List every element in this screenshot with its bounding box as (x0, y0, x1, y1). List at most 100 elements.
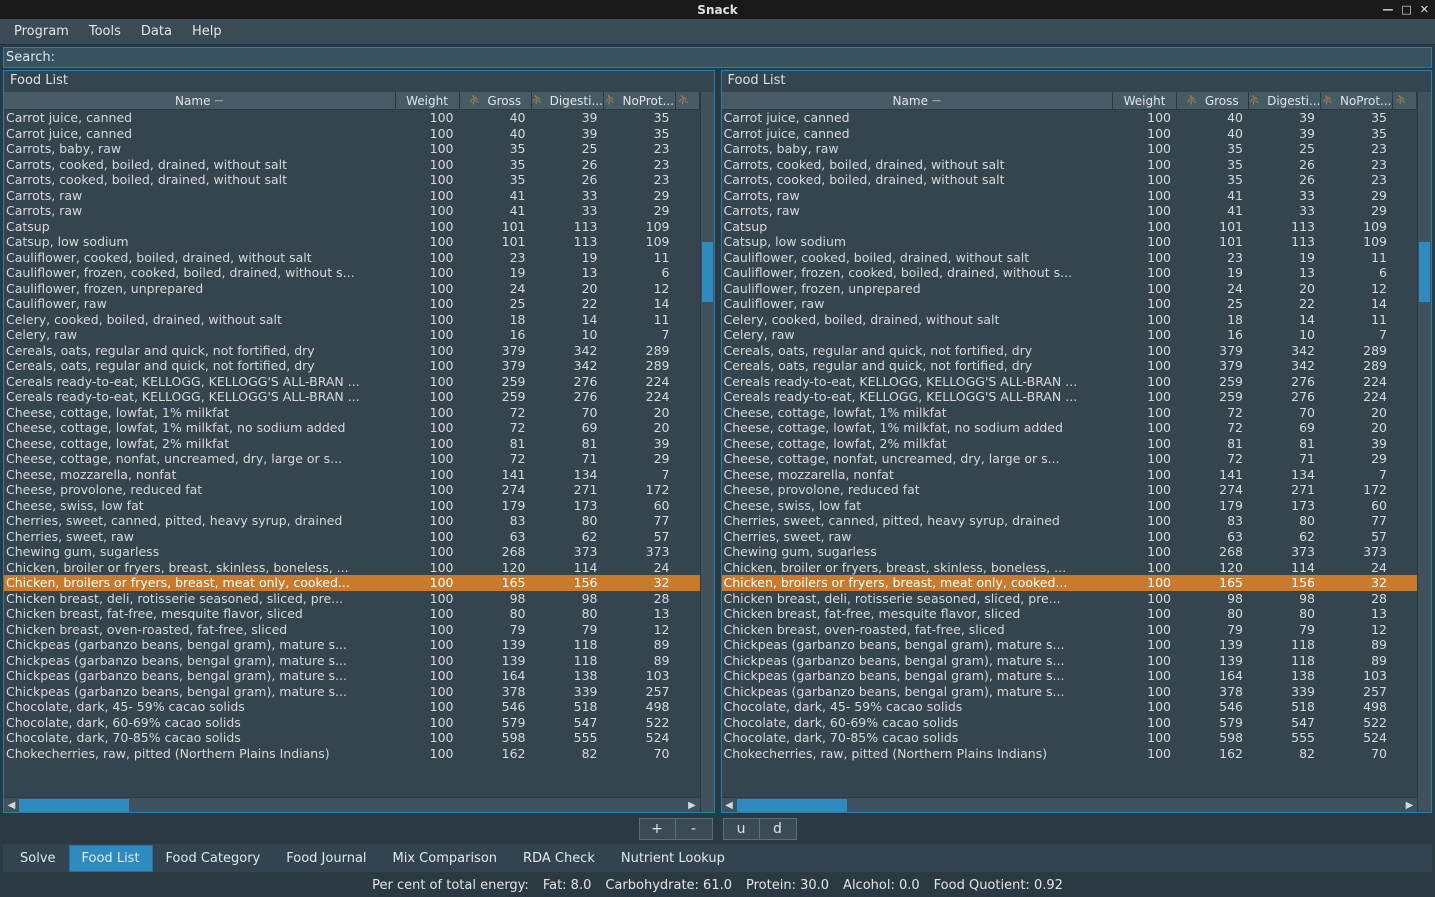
table-row[interactable]: Catsup100101113109 (4, 219, 700, 235)
col-extra-header[interactable] (676, 92, 700, 109)
table-row[interactable]: Carrots, raw100413329 (4, 188, 700, 204)
table-row[interactable]: Chickpeas (garbanzo beans, bengal gram),… (722, 684, 1418, 700)
tab-rda-check[interactable]: RDA Check (510, 845, 608, 872)
table-row[interactable]: Cauliflower, cooked, boiled, drained, wi… (722, 250, 1418, 266)
table-row[interactable]: Carrots, raw100413329 (4, 203, 700, 219)
tab-solve[interactable]: Solve (7, 845, 69, 872)
table-row[interactable]: Chocolate, dark, 45- 59% cacao solids100… (4, 699, 700, 715)
table-row[interactable]: Catsup, low sodium100101113109 (4, 234, 700, 250)
table-row[interactable]: Chickpeas (garbanzo beans, bengal gram),… (4, 653, 700, 669)
table-row[interactable]: Carrots, cooked, boiled, drained, withou… (722, 172, 1418, 188)
table-row[interactable]: Carrots, cooked, boiled, drained, withou… (4, 172, 700, 188)
table-row[interactable]: Catsup100101113109 (722, 219, 1418, 235)
table-row[interactable]: Carrots, baby, raw100352523 (722, 141, 1418, 157)
table-row[interactable]: Carrots, baby, raw100352523 (4, 141, 700, 157)
table-row[interactable]: Cheese, cottage, lowfat, 1% milkfat10072… (722, 405, 1418, 421)
table-row[interactable]: Carrots, raw100413329 (722, 188, 1418, 204)
search-input[interactable] (59, 50, 1431, 65)
table-row[interactable]: Chickpeas (garbanzo beans, bengal gram),… (722, 668, 1418, 684)
maximize-button[interactable]: □ (1401, 3, 1411, 16)
table-row[interactable]: Chokecherries, raw, pitted (Northern Pla… (4, 746, 700, 762)
scroll-left-icon[interactable]: ◀ (4, 798, 19, 813)
menu-program[interactable]: Program (6, 21, 77, 42)
table-row[interactable]: Cereals ready-to-eat, KELLOGG, KELLOGG'S… (722, 389, 1418, 405)
add-button[interactable]: + (640, 819, 676, 839)
table-row[interactable]: Chickpeas (garbanzo beans, bengal gram),… (722, 637, 1418, 653)
table-row[interactable]: Cheese, cottage, lowfat, 1% milkfat, no … (722, 420, 1418, 436)
table-row[interactable]: Cheese, swiss, low fat10017917360 (4, 498, 700, 514)
menu-help[interactable]: Help (184, 21, 230, 42)
table-row[interactable]: Carrot juice, canned100403935 (722, 126, 1418, 142)
col-gross-header[interactable]: Gross (1177, 92, 1249, 109)
table-row[interactable]: Chicken breast, oven-roasted, fat-free, … (4, 622, 700, 638)
table-row[interactable]: Carrots, raw100413329 (722, 203, 1418, 219)
vertical-scrollbar[interactable] (1417, 92, 1431, 812)
table-row[interactable]: Carrot juice, canned100403935 (4, 110, 700, 126)
table-row[interactable]: Catsup, low sodium100101113109 (722, 234, 1418, 250)
col-weight-header[interactable]: Weight (396, 92, 460, 109)
table-row[interactable]: Chocolate, dark, 60-69% cacao solids1005… (4, 715, 700, 731)
table-row[interactable]: Chocolate, dark, 60-69% cacao solids1005… (722, 715, 1418, 731)
table-row[interactable]: Cheese, cottage, lowfat, 1% milkfat, no … (4, 420, 700, 436)
table-row[interactable]: Cereals, oats, regular and quick, not fo… (4, 343, 700, 359)
table-row[interactable]: Cheese, swiss, low fat10017917360 (722, 498, 1418, 514)
table-row[interactable]: Chicken breast, fat-free, mesquite flavo… (722, 606, 1418, 622)
close-button[interactable]: ✕ (1420, 3, 1429, 16)
table-row[interactable]: Chicken, broiler or fryers, breast, skin… (722, 560, 1418, 576)
up-button[interactable]: u (724, 819, 760, 839)
table-row[interactable]: Chewing gum, sugarless100268373373 (4, 544, 700, 560)
horizontal-scrollbar[interactable]: ◀▶ (722, 797, 1418, 812)
table-row[interactable]: Chicken breast, oven-roasted, fat-free, … (722, 622, 1418, 638)
table-row[interactable]: Chickpeas (garbanzo beans, bengal gram),… (722, 653, 1418, 669)
table-row[interactable]: Cheese, mozzarella, nonfat1001411347 (722, 467, 1418, 483)
col-weight-header[interactable]: Weight (1113, 92, 1177, 109)
table-row[interactable]: Cherries, sweet, canned, pitted, heavy s… (722, 513, 1418, 529)
table-row[interactable]: Cauliflower, frozen, cooked, boiled, dra… (4, 265, 700, 281)
menu-tools[interactable]: Tools (81, 21, 129, 42)
table-row[interactable]: Chicken, broiler or fryers, breast, skin… (4, 560, 700, 576)
table-row[interactable]: Celery, cooked, boiled, drained, without… (4, 312, 700, 328)
scroll-right-icon[interactable]: ▶ (1402, 798, 1417, 813)
table-row[interactable]: Cauliflower, frozen, unprepared100242012 (4, 281, 700, 297)
table-row[interactable]: Chocolate, dark, 70-85% cacao solids1005… (4, 730, 700, 746)
table-row[interactable]: Cheese, mozzarella, nonfat1001411347 (4, 467, 700, 483)
horizontal-scrollbar[interactable]: ◀▶ (4, 797, 700, 812)
tab-nutrient-lookup[interactable]: Nutrient Lookup (608, 845, 738, 872)
table-row[interactable]: Cherries, sweet, raw100636257 (4, 529, 700, 545)
table-row[interactable]: Cheese, provolone, reduced fat1002742711… (722, 482, 1418, 498)
minimize-button[interactable]: — (1382, 3, 1393, 16)
table-row[interactable]: Cereals, oats, regular and quick, not fo… (722, 358, 1418, 374)
table-row[interactable]: Cherries, sweet, raw100636257 (722, 529, 1418, 545)
vscroll-thumb[interactable] (702, 242, 713, 302)
table-row[interactable]: Cheese, cottage, nonfat, uncreamed, dry,… (4, 451, 700, 467)
tab-food-list[interactable]: Food List (69, 845, 153, 872)
tab-food-journal[interactable]: Food Journal (273, 845, 379, 872)
table-row[interactable]: Cheese, cottage, nonfat, uncreamed, dry,… (722, 451, 1418, 467)
table-row[interactable]: Chocolate, dark, 70-85% cacao solids1005… (722, 730, 1418, 746)
vertical-scrollbar[interactable] (700, 92, 714, 812)
table-row[interactable]: Chicken, broilers or fryers, breast, mea… (722, 575, 1418, 591)
table-row[interactable]: Cauliflower, raw100252214 (4, 296, 700, 312)
remove-button[interactable]: - (676, 819, 712, 839)
tab-food-category[interactable]: Food Category (153, 845, 274, 872)
col-name-header[interactable]: Name— (4, 92, 396, 109)
col-noprot-header[interactable]: NoProt... (1321, 92, 1393, 109)
table-row[interactable]: Chokecherries, raw, pitted (Northern Pla… (722, 746, 1418, 762)
table-row[interactable]: Chicken, broilers or fryers, breast, mea… (4, 575, 700, 591)
menu-data[interactable]: Data (133, 21, 180, 42)
table-row[interactable]: Celery, raw10016107 (722, 327, 1418, 343)
table-row[interactable]: Cheese, cottage, lowfat, 1% milkfat10072… (4, 405, 700, 421)
table-row[interactable]: Chewing gum, sugarless100268373373 (722, 544, 1418, 560)
hscroll-thumb[interactable] (19, 799, 129, 812)
col-gross-header[interactable]: Gross (460, 92, 532, 109)
col-digest-header[interactable]: Digesti... (1249, 92, 1321, 109)
table-row[interactable]: Cereals, oats, regular and quick, not fo… (4, 358, 700, 374)
table-row[interactable]: Celery, cooked, boiled, drained, without… (722, 312, 1418, 328)
table-row[interactable]: Chicken breast, deli, rotisserie seasone… (722, 591, 1418, 607)
table-row[interactable]: Cherries, sweet, canned, pitted, heavy s… (4, 513, 700, 529)
table-row[interactable]: Chicken breast, fat-free, mesquite flavo… (4, 606, 700, 622)
table-row[interactable]: Cheese, provolone, reduced fat1002742711… (4, 482, 700, 498)
scroll-right-icon[interactable]: ▶ (685, 798, 700, 813)
table-row[interactable]: Carrots, cooked, boiled, drained, withou… (722, 157, 1418, 173)
table-row[interactable]: Carrots, cooked, boiled, drained, withou… (4, 157, 700, 173)
